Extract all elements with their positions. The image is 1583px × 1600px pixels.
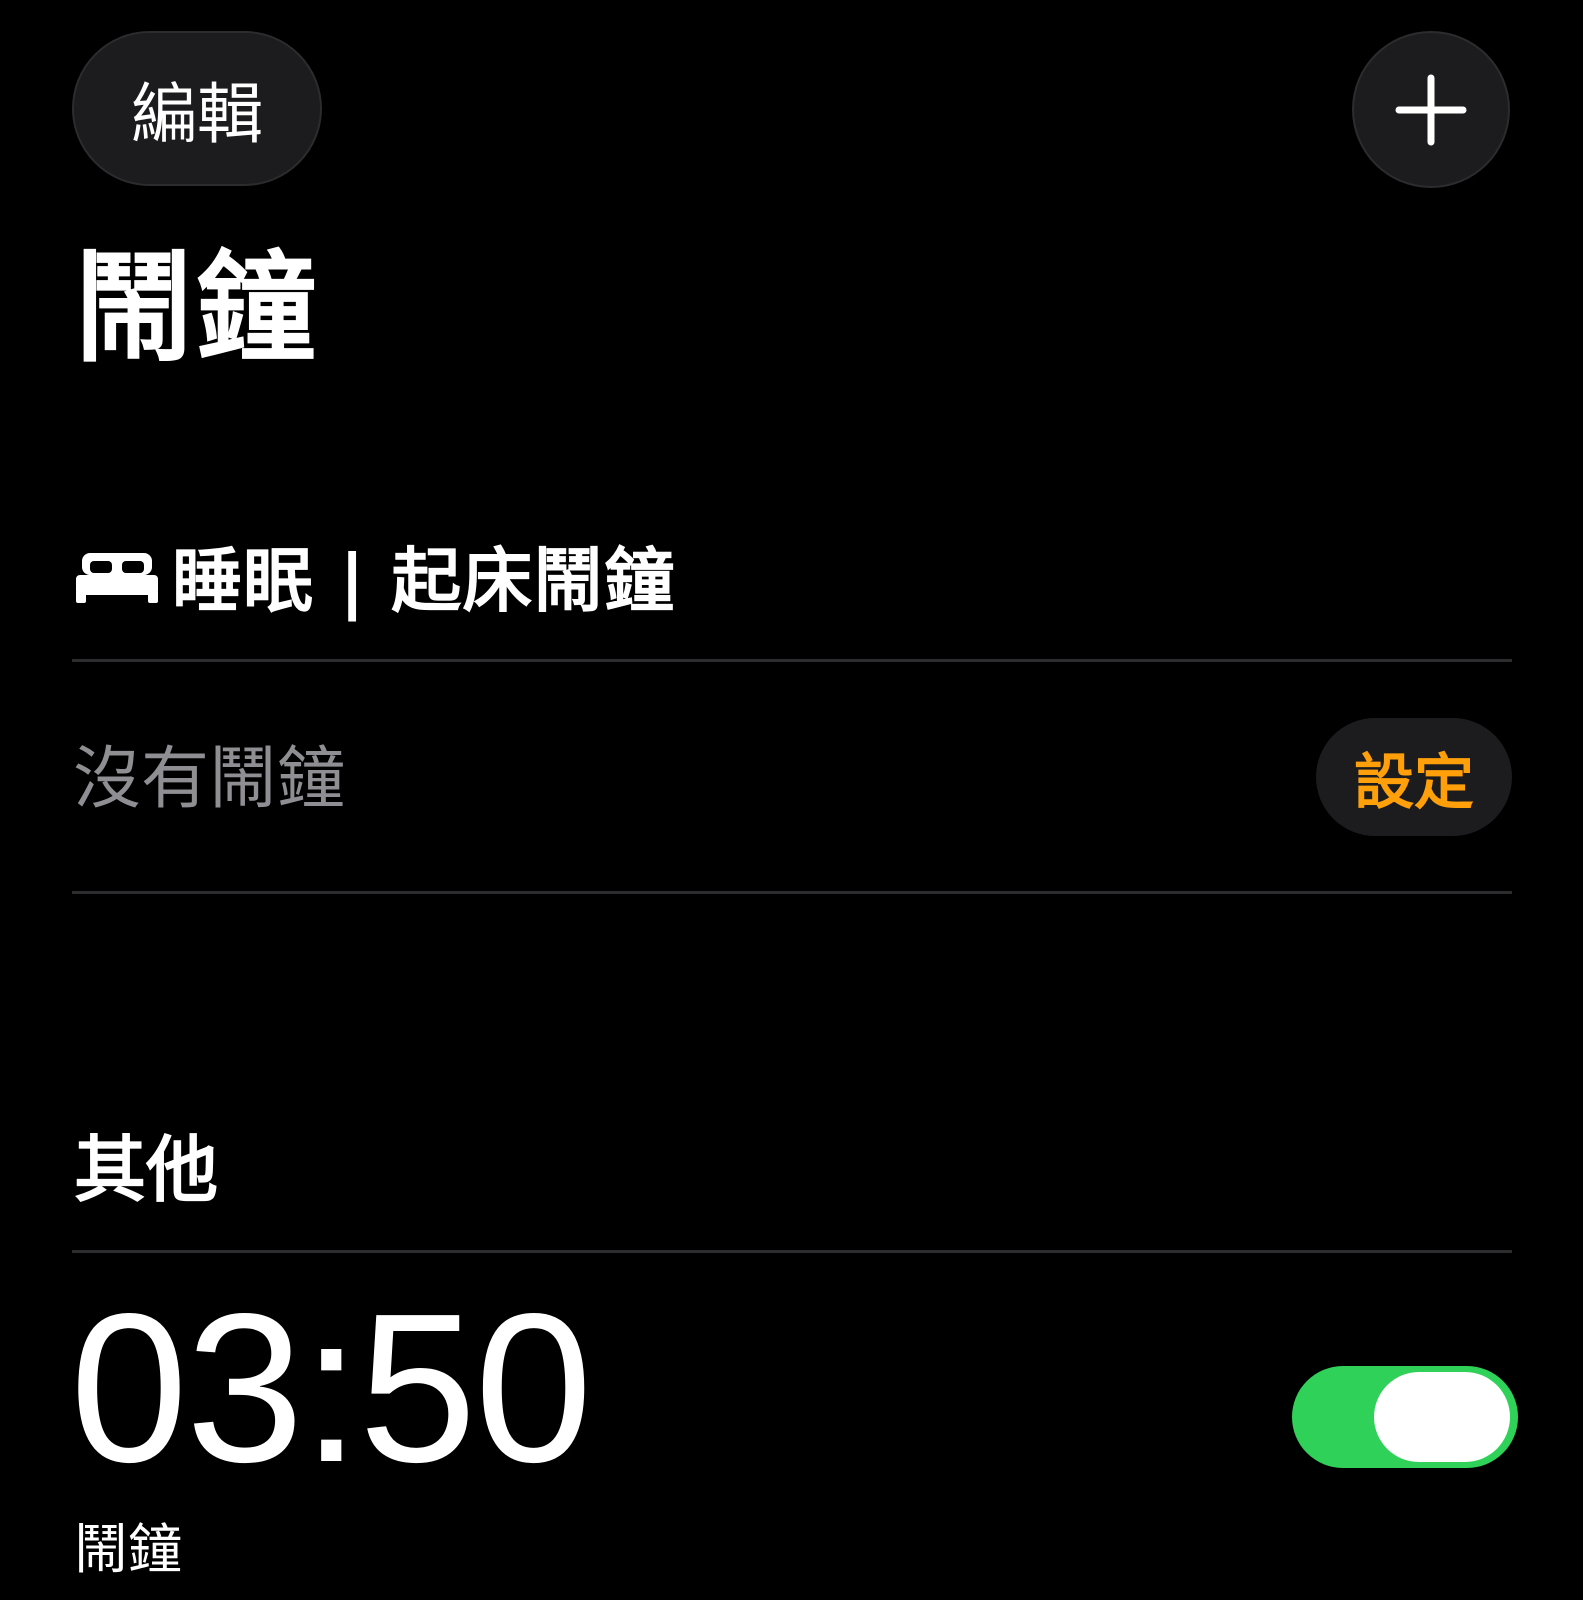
page-title: 鬧鐘 bbox=[74, 240, 318, 379]
divider bbox=[72, 891, 1512, 894]
bed-icon bbox=[76, 553, 158, 603]
alarm-label: 鬧鐘 bbox=[74, 1518, 182, 1581]
toggle-knob bbox=[1374, 1372, 1510, 1462]
add-alarm-button[interactable] bbox=[1352, 31, 1510, 188]
sleep-section-header: 睡眠 | 起床鬧鐘 bbox=[76, 530, 675, 622]
no-alarm-text: 沒有鬧鐘 bbox=[73, 740, 346, 819]
divider bbox=[72, 1250, 1512, 1253]
plus-icon bbox=[1395, 74, 1467, 145]
alarm-toggle[interactable] bbox=[1292, 1366, 1518, 1468]
alarm-time[interactable]: 03:50 bbox=[70, 1278, 593, 1498]
other-section-header: 其他 bbox=[74, 1128, 219, 1212]
edit-button[interactable]: 編輯 bbox=[72, 31, 322, 186]
divider bbox=[72, 659, 1512, 662]
sleep-section-title: 睡眠 | 起床鬧鐘 bbox=[172, 539, 676, 622]
set-sleep-alarm-button[interactable]: 設定 bbox=[1316, 718, 1512, 836]
